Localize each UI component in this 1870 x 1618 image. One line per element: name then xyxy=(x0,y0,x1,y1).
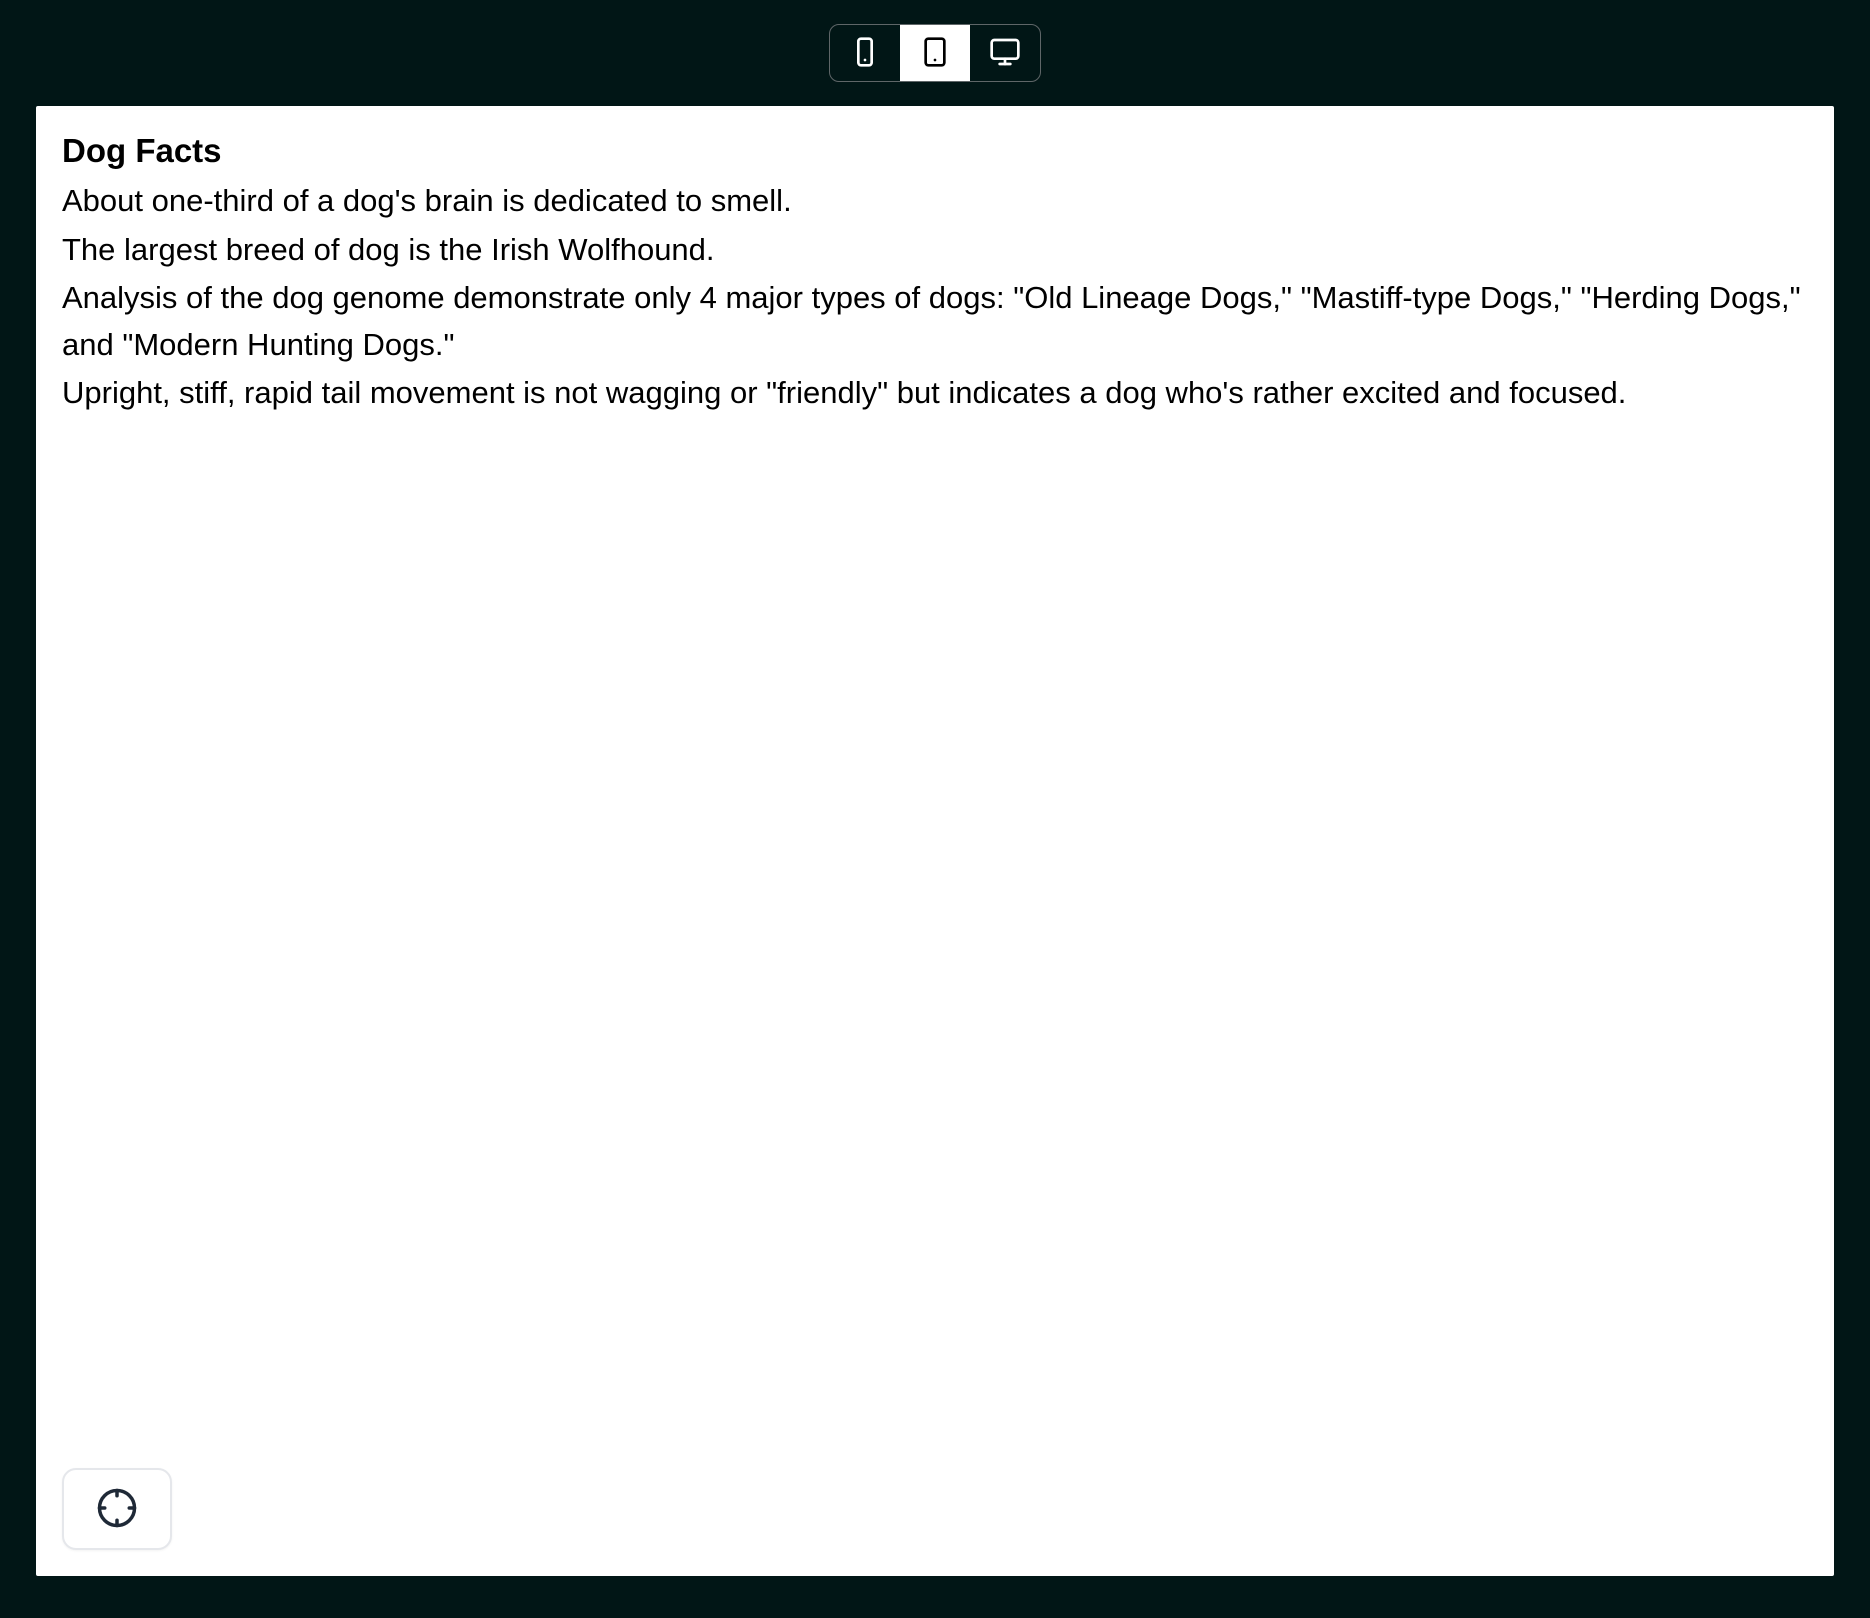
monitor-icon xyxy=(989,36,1021,71)
fact-item: The largest breed of dog is the Irish Wo… xyxy=(62,227,1808,274)
smartphone-icon xyxy=(849,36,881,71)
fact-item: Analysis of the dog genome demonstrate o… xyxy=(62,275,1808,368)
crosshair-icon xyxy=(96,1487,138,1532)
fact-item: About one-third of a dog's brain is dedi… xyxy=(62,178,1808,225)
viewport-group xyxy=(829,24,1041,82)
viewport-toolbar xyxy=(0,0,1870,106)
viewport-desktop-button[interactable] xyxy=(970,25,1040,81)
fact-item: Upright, stiff, rapid tail movement is n… xyxy=(62,370,1808,417)
viewport-mobile-button[interactable] xyxy=(830,25,900,81)
tablet-icon xyxy=(919,36,951,71)
content-panel: Dog Facts About one-third of a dog's bra… xyxy=(36,106,1834,1576)
locate-button[interactable] xyxy=(62,1468,172,1550)
viewport-tablet-button[interactable] xyxy=(900,25,970,81)
page-title: Dog Facts xyxy=(62,132,1808,170)
